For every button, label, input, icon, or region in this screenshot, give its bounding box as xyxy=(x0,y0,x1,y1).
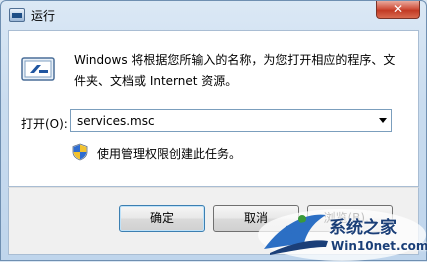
watermark-site-name: 系统之家 xyxy=(329,218,397,238)
run-description: Windows 将根据您所输入的名称，为您打开相应的程序、文件夹、文档或 Int… xyxy=(74,53,396,88)
uac-shield-icon xyxy=(72,143,88,161)
ok-button[interactable]: 确定 xyxy=(119,205,205,232)
close-button[interactable]: ✕ xyxy=(376,1,420,19)
run-program-icon xyxy=(21,57,55,81)
open-label: 打开(O): xyxy=(21,117,68,131)
watermark-site-url: Win10net.com xyxy=(331,239,427,253)
open-combobox[interactable] xyxy=(70,109,392,132)
dialog-body: Windows 将根据您所输入的名称，为您打开相应的程序、文件夹、文档或 Int… xyxy=(8,30,419,187)
chevron-down-icon[interactable] xyxy=(379,118,387,123)
window-title: 运行 xyxy=(31,9,56,23)
open-input[interactable] xyxy=(71,110,377,131)
close-icon: ✕ xyxy=(392,2,404,16)
run-dialog-icon xyxy=(9,8,25,22)
title-bar[interactable]: 运行 ✕ xyxy=(1,1,426,29)
admin-note: 使用管理权限创建此任务。 xyxy=(97,147,242,161)
run-dialog: 运行 ✕ Windows 将根据您所输入的名称，为您打开相应的程序、文件夹、文档… xyxy=(0,0,427,261)
